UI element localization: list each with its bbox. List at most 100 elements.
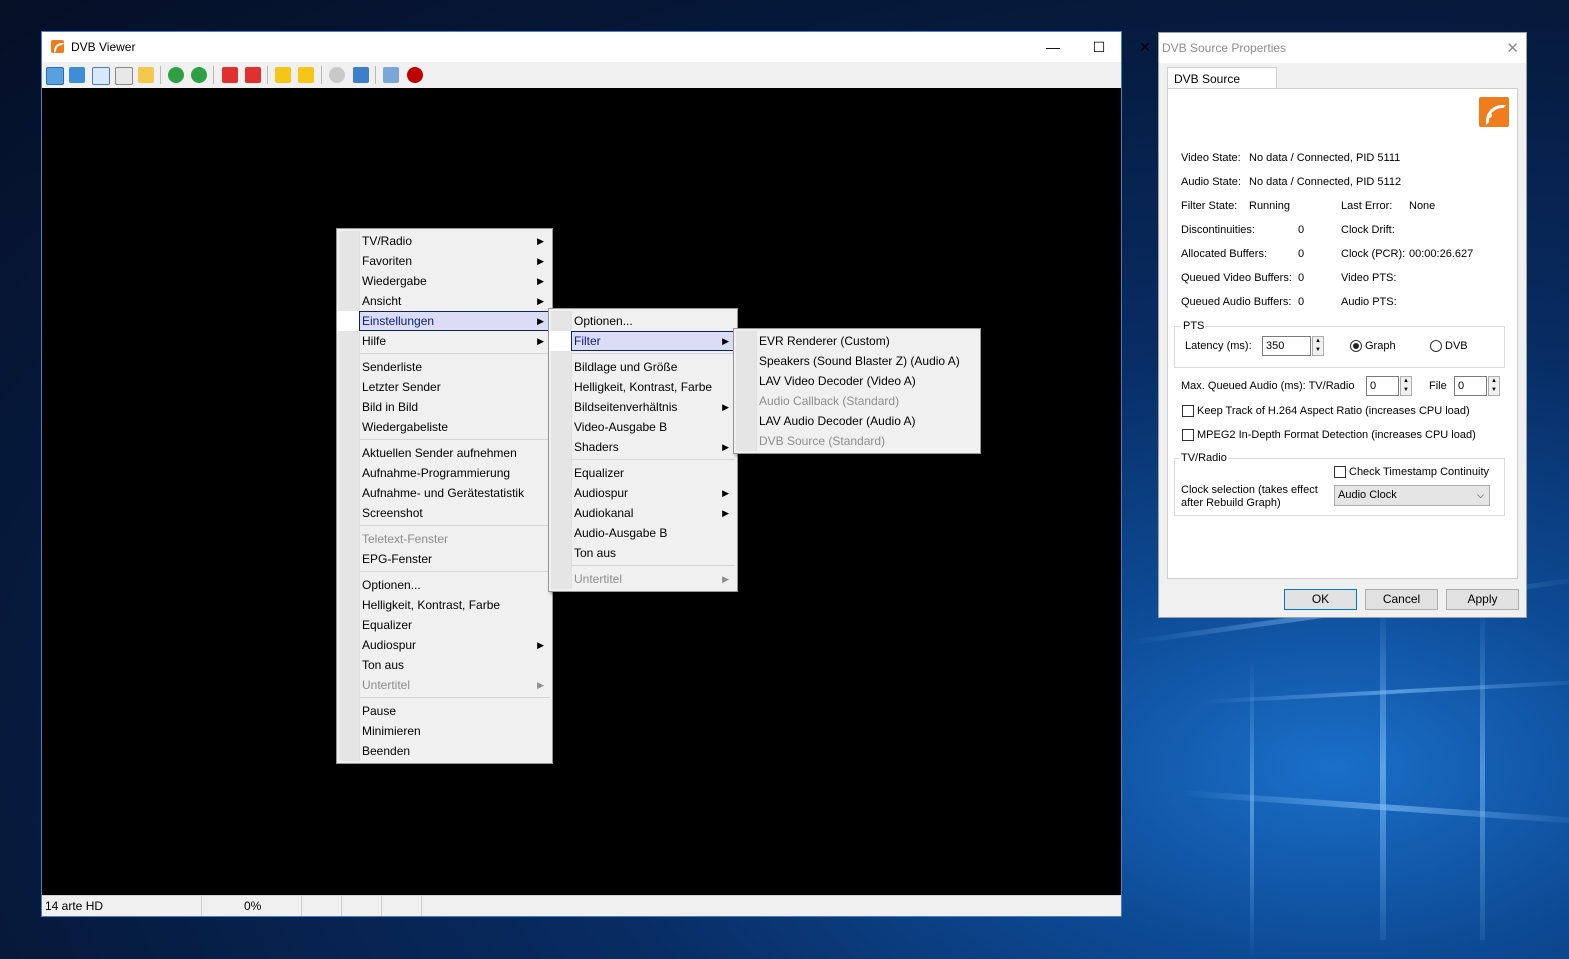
volume-up-icon[interactable] — [298, 67, 314, 83]
timeshift-icon[interactable] — [329, 67, 345, 83]
menu-item-wiedergabe[interactable]: Wiedergabe ▶ — [337, 271, 552, 291]
dialog-close-button[interactable]: ✕ — [1506, 39, 1519, 57]
menu-item-label: Teletext-Fenster — [362, 532, 449, 546]
submenu-arrow-icon: ▶ — [722, 508, 729, 518]
menu-item-beenden[interactable]: Beenden — [337, 741, 552, 761]
recordings-icon[interactable] — [383, 67, 399, 83]
menu-item-audio-ausgabe-b[interactable]: Audio-Ausgabe B — [549, 523, 737, 543]
epg-icon[interactable] — [138, 67, 154, 83]
toolbar-separator — [267, 66, 268, 84]
submenu-arrow-icon: ▶ — [722, 336, 729, 346]
menu-item-equalizer[interactable]: Equalizer — [549, 463, 737, 483]
menu-item-pause[interactable]: Pause — [337, 701, 552, 721]
menu-item-label: EVR Renderer (Custom) — [759, 334, 890, 348]
menu-separator — [572, 565, 735, 566]
max-queued-tv-input[interactable]: 0 — [1366, 376, 1399, 396]
menu-item-video-ausgabe-b[interactable]: Video-Ausgabe B — [549, 417, 737, 437]
menu-item-filter[interactable]: Filter ▶ — [549, 331, 737, 351]
menu-item-optionen[interactable]: Optionen... — [337, 575, 552, 595]
record-icon[interactable] — [407, 67, 423, 83]
latency-spinner[interactable]: ▲ ▼ — [1312, 336, 1324, 356]
ok-button[interactable]: OK — [1284, 589, 1357, 610]
menu-item-lav-video-decoder-video-a[interactable]: LAV Video Decoder (Video A) — [734, 371, 980, 391]
max-queued-tv-spinner[interactable]: ▲ ▼ — [1400, 376, 1412, 396]
menu-item-optionen[interactable]: Optionen... — [549, 311, 737, 331]
menu-item-speakers-sound-blaster-z-audio-a[interactable]: Speakers (Sound Blaster Z) (Audio A) — [734, 351, 980, 371]
check-timestamp-checkbox[interactable] — [1334, 466, 1346, 478]
menu-item-bild-in-bild[interactable]: Bild in Bild — [337, 397, 552, 417]
menu-item-screenshot[interactable]: Screenshot — [337, 503, 552, 523]
tab-dvb-source[interactable]: DVB Source 3.9.5.0 — [1167, 67, 1277, 108]
window-icon[interactable] — [92, 67, 110, 85]
osd-icon[interactable] — [46, 67, 64, 85]
dialog-title-bar[interactable]: DVB Source Properties ✕ — [1159, 33, 1526, 63]
menu-item-hilfe[interactable]: Hilfe ▶ — [337, 331, 552, 351]
menu-item-audiokanal[interactable]: Audiokanal ▶ — [549, 503, 737, 523]
back-icon[interactable] — [168, 67, 184, 83]
menu-item-shaders[interactable]: Shaders ▶ — [549, 437, 737, 457]
menu-item-label: Audio-Ausgabe B — [574, 526, 668, 540]
menu-item-aufnahme-und-gerätestatistik[interactable]: Aufnahme- und Gerätestatistik — [337, 483, 552, 503]
menu-item-audiospur[interactable]: Audiospur ▶ — [337, 635, 552, 655]
title-bar[interactable]: DVB Viewer — ☐ ✕ — [42, 32, 1151, 62]
graph-radio[interactable] — [1350, 340, 1362, 352]
dvb-radio[interactable] — [1430, 340, 1442, 352]
menu-item-label: Helligkeit, Kontrast, Farbe — [362, 598, 501, 612]
previous-channel-icon[interactable] — [222, 67, 238, 83]
menu-item-label: Aktuellen Sender aufnehmen — [362, 446, 517, 460]
menu-item-label: TV/Radio — [362, 234, 413, 248]
menu-item-senderliste[interactable]: Senderliste — [337, 357, 552, 377]
menu-item-ton-aus[interactable]: Ton aus — [549, 543, 737, 563]
max-queued-file-spinner[interactable]: ▲ ▼ — [1488, 376, 1500, 396]
picture-icon[interactable] — [353, 67, 369, 83]
menu-item-bildseitenverhältnis[interactable]: Bildseitenverhältnis ▶ — [549, 397, 737, 417]
menu-item-minimieren[interactable]: Minimieren — [337, 721, 552, 741]
latency-input[interactable]: 350 — [1262, 336, 1311, 356]
discontinuities-value: 0 — [1298, 224, 1305, 236]
next-channel-icon[interactable] — [245, 67, 261, 83]
menu-item-einstellungen[interactable]: Einstellungen ▶ — [337, 311, 552, 331]
mpeg2-checkbox[interactable] — [1182, 429, 1194, 441]
menu-separator — [360, 697, 550, 698]
menu-item-label: Screenshot — [362, 506, 423, 520]
menu-item-letzter-sender[interactable]: Letzter Sender — [337, 377, 552, 397]
menu-item-label: Equalizer — [574, 466, 625, 480]
dialog-title: DVB Source Properties — [1162, 41, 1287, 55]
menu-item-tv-radio[interactable]: TV/Radio ▶ — [337, 231, 552, 251]
menu-item-teletext-fenster: Teletext-Fenster — [337, 529, 552, 549]
menu-item-lav-audio-decoder-audio-a[interactable]: LAV Audio Decoder (Audio A) — [734, 411, 980, 431]
channel-list-icon[interactable] — [69, 67, 85, 83]
cancel-button[interactable]: Cancel — [1365, 589, 1438, 610]
teletext-icon[interactable] — [115, 67, 133, 85]
menu-item-favoriten[interactable]: Favoriten ▶ — [337, 251, 552, 271]
submenu-arrow-icon: ▶ — [537, 256, 544, 266]
menu-item-ansicht[interactable]: Ansicht ▶ — [337, 291, 552, 311]
status-cell — [302, 896, 342, 916]
menu-item-aktuellen-sender-aufnehmen[interactable]: Aktuellen Sender aufnehmen — [337, 443, 552, 463]
volume-down-icon[interactable] — [275, 67, 291, 83]
check-timestamp-label: Check Timestamp Continuity — [1349, 466, 1489, 478]
submenu-arrow-icon: ▶ — [537, 316, 544, 326]
menu-item-helligkeit-kontrast-farbe[interactable]: Helligkeit, Kontrast, Farbe — [549, 377, 737, 397]
minimize-button[interactable]: — — [1030, 32, 1076, 62]
menu-item-equalizer[interactable]: Equalizer — [337, 615, 552, 635]
clock-pcr-value: 00:00:26.627 — [1409, 248, 1474, 260]
forward-icon[interactable] — [191, 67, 207, 83]
menu-item-wiedergabeliste[interactable]: Wiedergabeliste — [337, 417, 552, 437]
menu-item-evr-renderer-custom[interactable]: EVR Renderer (Custom) — [734, 331, 980, 351]
toolbar-separator — [375, 66, 376, 84]
dvb-radio-label: DVB — [1445, 340, 1468, 352]
apply-button[interactable]: Apply — [1446, 589, 1519, 610]
maximize-button[interactable]: ☐ — [1076, 32, 1122, 62]
submenu-arrow-icon: ▶ — [722, 442, 729, 452]
menu-item-audiospur[interactable]: Audiospur ▶ — [549, 483, 737, 503]
menu-item-bildlage-und-größe[interactable]: Bildlage und Größe — [549, 357, 737, 377]
menu-item-helligkeit-kontrast-farbe[interactable]: Helligkeit, Kontrast, Farbe — [337, 595, 552, 615]
menu-item-aufnahme-programmierung[interactable]: Aufnahme-Programmierung — [337, 463, 552, 483]
menu-item-ton-aus[interactable]: Ton aus — [337, 655, 552, 675]
keep-track-checkbox[interactable] — [1182, 405, 1194, 417]
clock-selection-dropdown[interactable]: Audio Clock ⌵ — [1334, 485, 1490, 506]
menu-item-epg-fenster[interactable]: EPG-Fenster — [337, 549, 552, 569]
menu-item-label: Wiedergabeliste — [362, 420, 449, 434]
max-queued-file-input[interactable]: 0 — [1454, 376, 1487, 396]
